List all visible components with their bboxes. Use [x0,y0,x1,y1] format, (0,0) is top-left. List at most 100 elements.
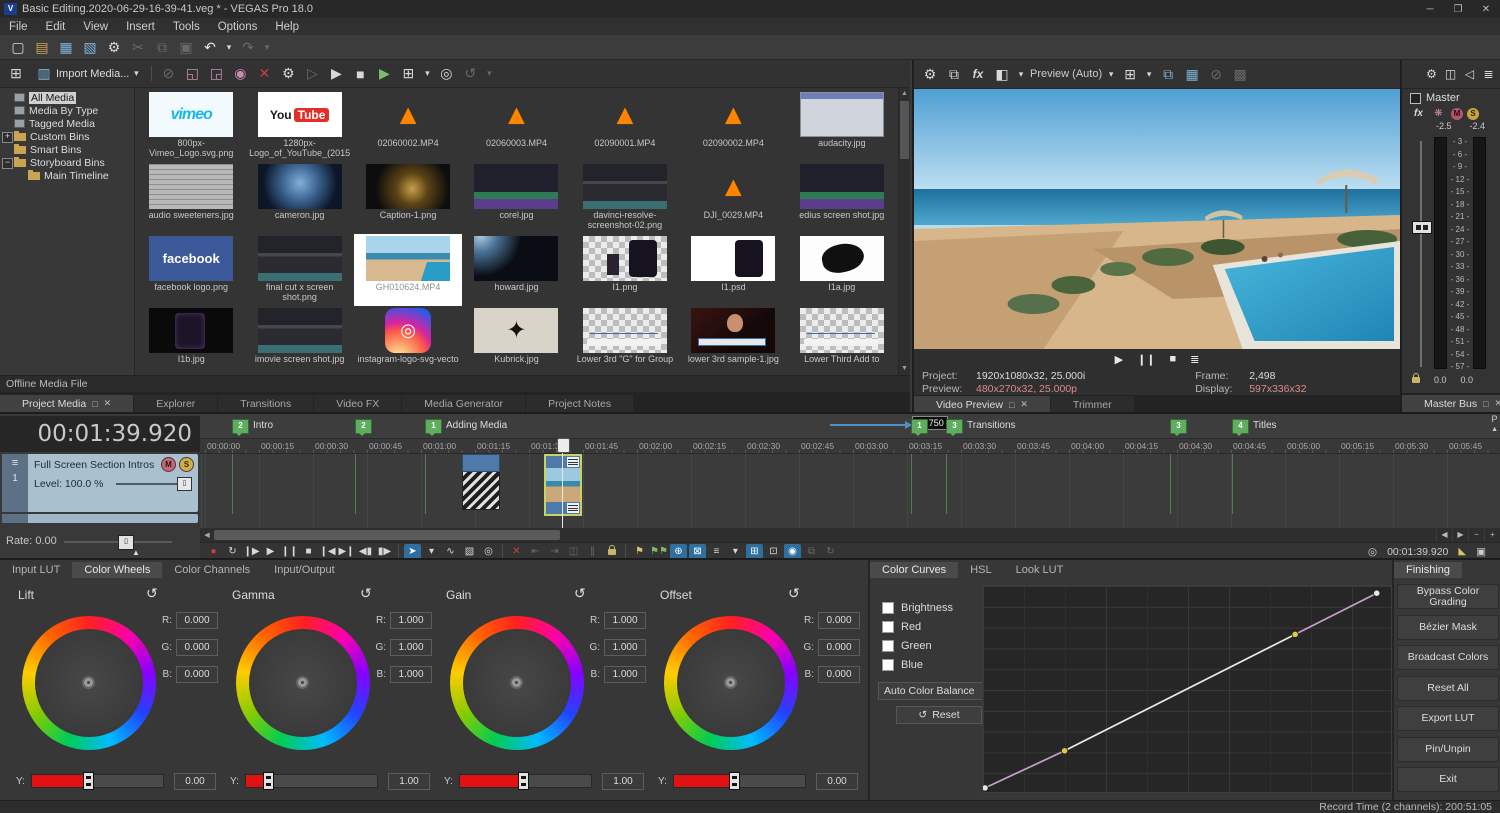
menu-file[interactable]: File [0,21,37,33]
checkbox-blue[interactable] [882,659,894,671]
pin-unpin-button[interactable]: Pin/Unpin [1397,737,1499,762]
search-media-icon[interactable]: ◎ [436,64,456,84]
broadcast-colors-button[interactable]: Broadcast Colors [1397,645,1499,670]
media-item[interactable]: I1.psd [679,234,787,306]
gamma-y-value[interactable]: 1.00 [388,773,430,790]
render-as-icon[interactable]: ▧ [80,37,100,57]
track-content[interactable] [200,454,1500,529]
y-slider-handle[interactable] [729,772,740,790]
maximize-button[interactable]: ❐ [1444,4,1472,15]
preview-play-icon[interactable]: ▶ [1115,353,1123,366]
marker-flag-icon[interactable]: 2 [355,419,372,434]
track-name[interactable]: Full Screen Section Intros [34,459,154,471]
master-fader[interactable] [1408,135,1434,373]
split-screen-icon[interactable]: ◧ [992,64,1012,84]
bin-main-timeline[interactable]: Main Timeline [0,169,134,182]
media-bins-view-icon[interactable]: ⊞ [6,64,26,84]
preview-pause-icon[interactable]: ❙❙ [1137,353,1155,366]
curve-channel-red[interactable]: Red [882,621,953,633]
media-item[interactable]: GH010624.MP4 [354,234,462,306]
media-item[interactable]: final cut x screen shot.png [245,234,353,306]
open-project-icon[interactable]: ▤ [32,37,52,57]
master-fx-automation-icon[interactable]: ❋ [1432,107,1445,120]
tab-look-lut[interactable]: Look LUT [1004,562,1076,578]
media-item[interactable]: howard.jpg [462,234,570,306]
timecode-display[interactable]: 00:01:39.920 [0,416,200,452]
bypass-color-grading-button[interactable]: Bypass Color Grading [1397,584,1499,609]
timeline-scrollbar[interactable]: ◀ ◀ ▶ − + [200,528,1500,542]
gain-b-value[interactable]: 1.000 [604,666,646,683]
quality-caret-icon[interactable]: ▾ [1106,64,1116,84]
menu-view[interactable]: View [74,21,117,33]
tab-project-media[interactable]: Project Media□✕ [0,395,133,412]
offset-y-value[interactable]: 0.00 [816,773,858,790]
timeline-marker[interactable]: 3 [1170,419,1187,434]
tree-expander-icon[interactable]: + [2,132,13,143]
timeline-marker[interactable]: 2Intro [232,419,273,434]
selected-timeline-event[interactable] [544,454,582,516]
loop-region-icon[interactable]: ▣ [1476,546,1486,558]
collapsed-track-header[interactable] [2,514,198,523]
save-snapshot-icon[interactable]: ▦ [1182,64,1202,84]
tab-master-bus[interactable]: Master Bus□✕ [1402,395,1500,412]
y-slider-track[interactable] [459,774,592,788]
track-solo-button[interactable]: S [179,457,194,472]
zoom-out-icon[interactable]: − [1468,528,1484,542]
media-undo-caret-icon[interactable]: ▾ [484,64,494,84]
cut-icon[interactable]: ✂ [128,37,148,57]
fader-handle[interactable] [1412,221,1432,234]
redo-caret-icon[interactable]: ▾ [262,37,272,57]
scroll-left-icon[interactable]: ◀ [200,531,214,539]
offset-b-value[interactable]: 0.000 [818,666,860,683]
media-item[interactable]: audio sweeteners.jpg [137,162,245,234]
scroll-right-icon[interactable]: ▶ [1452,528,1468,542]
tree-expander-icon[interactable]: − [2,158,13,169]
wheel-reset-icon[interactable]: ↺ [574,585,586,602]
views-caret-icon[interactable]: ▾ [422,64,432,84]
auto-color-balance-dropdown[interactable]: Auto Color Balance ▾ [878,682,996,700]
y-slider-track[interactable] [673,774,806,788]
bin-custom-bins[interactable]: +Custom Bins [0,130,134,143]
track-grip[interactable]: ≡ 1 [2,454,28,512]
checkbox-green[interactable] [882,640,894,652]
wheel-reset-icon[interactable]: ↺ [146,585,158,602]
close-button[interactable]: ✕ [1472,4,1500,15]
y-slider-handle[interactable] [518,772,529,790]
undo-caret-icon[interactable]: ▾ [224,37,234,57]
media-item[interactable]: edius screen shot.jpg [788,162,896,234]
media-item[interactable]: Caption-1.png [354,162,462,234]
wheel-reset-icon[interactable]: ↺ [360,585,372,602]
media-item[interactable]: I1b.jpg [137,306,245,375]
undo-icon[interactable]: ↶ [200,37,220,57]
tab-explorer[interactable]: Explorer [134,395,217,412]
capture-video-icon[interactable]: ◱ [182,64,202,84]
master-mute-icon[interactable]: M [1451,108,1463,120]
split-caret-icon[interactable]: ▾ [1016,64,1026,84]
video-output-fx-icon[interactable]: fx [968,64,988,84]
wheel-center-handle[interactable] [82,676,95,689]
media-item[interactable]: ▲02090001.MP4 [571,90,679,162]
gamma-b-value[interactable]: 1.000 [390,666,432,683]
track-mute-button[interactable]: M [161,457,176,472]
tab-color-channels[interactable]: Color Channels [162,562,262,578]
marker-flag-icon[interactable]: 3 [1170,419,1187,434]
marker-flag-icon[interactable]: 3 [946,419,963,434]
scroll-up-icon[interactable]: ▲ [1491,426,1498,433]
media-item[interactable]: ✦Kubrick.jpg [462,306,570,375]
menu-insert[interactable]: Insert [117,21,164,33]
media-item[interactable]: Lower Third Add to [788,306,896,375]
stop-preview-icon[interactable]: ■ [350,64,370,84]
media-item[interactable]: davinci-resolve-screenshot-02.png [571,162,679,234]
timeline-marker[interactable]: 1 [911,419,928,434]
curves-reset-button[interactable]: ↺ Reset [896,706,982,724]
tab-color-wheels[interactable]: Color Wheels [72,562,162,578]
wheel-center-handle[interactable] [510,676,523,689]
preview-quality-label[interactable]: Preview (Auto) [1030,68,1102,80]
scrollbar-thumb[interactable] [900,101,909,159]
offset-g-value[interactable]: 0.000 [818,639,860,656]
wheel-center-handle[interactable] [724,676,737,689]
curve-point[interactable] [1292,631,1298,637]
tab-finishing[interactable]: Finishing [1394,562,1462,578]
media-item[interactable]: YouTube1280px-Logo_of_YouTube_(2015-2017… [245,90,353,162]
start-preview-icon[interactable]: ▶ [326,64,346,84]
